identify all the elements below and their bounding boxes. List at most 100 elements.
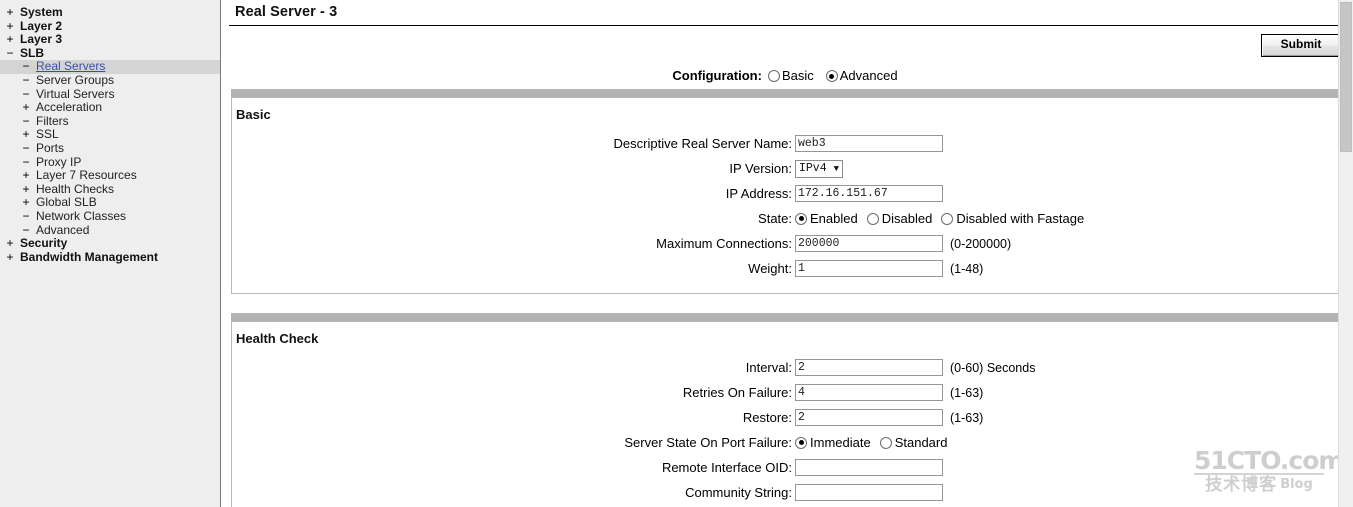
sidebar-item-layer-2[interactable]: + Layer 2 bbox=[0, 19, 220, 34]
sidebar-item-label: Bandwidth Management bbox=[20, 249, 159, 264]
restore-input[interactable] bbox=[795, 409, 943, 426]
health-check-form: Interval: (0-60) Seconds Retries On Failur… bbox=[232, 355, 1338, 505]
weight-hint: (1-48) bbox=[950, 261, 984, 276]
expand-icon[interactable]: + bbox=[4, 5, 16, 20]
sidebar-item-bandwidth-management[interactable]: + Bandwidth Management bbox=[0, 249, 220, 265]
radio-icon[interactable] bbox=[941, 212, 954, 225]
retries-on-failure-input[interactable] bbox=[795, 384, 943, 401]
sidebar-item-network-classes[interactable]: − Network Classes bbox=[0, 209, 220, 224]
state-option-disabled[interactable]: Disabled bbox=[866, 211, 932, 226]
ip-version-select[interactable]: IPv4 ▼ bbox=[795, 159, 844, 178]
sidebar-item-ports[interactable]: − Ports bbox=[0, 141, 220, 156]
expand-icon[interactable]: + bbox=[4, 236, 16, 251]
expand-icon[interactable]: + bbox=[20, 128, 32, 142]
radio-option-label: Enabled bbox=[810, 211, 858, 226]
collapse-icon[interactable]: − bbox=[20, 209, 32, 224]
radio-icon[interactable] bbox=[767, 70, 780, 82]
maximum-connections-hint: (0-200000) bbox=[950, 236, 1012, 251]
restore-hint: (1-63) bbox=[950, 410, 984, 425]
expand-icon[interactable]: + bbox=[4, 250, 16, 265]
collapse-icon[interactable]: − bbox=[20, 60, 32, 74]
weight-input[interactable] bbox=[795, 260, 943, 277]
field-label-descriptive-real-server-name: Descriptive Real Server Name: bbox=[613, 136, 792, 151]
sidebar-item-acceleration[interactable]: + Acceleration bbox=[0, 101, 220, 115]
expand-icon[interactable]: + bbox=[20, 196, 32, 210]
server-state-on-port-failure-radio-group: Immediate Standard bbox=[795, 435, 956, 450]
field-label-community-string: Community String: bbox=[685, 485, 792, 500]
descriptive-real-server-name-input[interactable] bbox=[795, 135, 943, 152]
interval-hint: (0-60) Seconds bbox=[950, 360, 1036, 375]
field-label-ip-address: IP Address: bbox=[725, 186, 792, 201]
field-label-restore: Restore: bbox=[742, 410, 792, 425]
sidebar-item-health-checks[interactable]: + Health Checks bbox=[0, 182, 220, 197]
sidebar-item-proxy-ip[interactable]: − Proxy IP bbox=[0, 155, 220, 170]
form-row-retries-on-failure: Retries On Failure: (1-63) bbox=[232, 380, 1338, 405]
sidebar-item-label: Global SLB bbox=[36, 195, 97, 210]
sidebar-item-system[interactable]: + System bbox=[0, 5, 220, 20]
navigation-sidebar: + System + Layer 2 + Layer 3− SLB − Real Servers… bbox=[0, 0, 221, 507]
sidebar-item-server-groups[interactable]: − Server Groups bbox=[0, 72, 220, 88]
sidebar-item-security[interactable]: + Security bbox=[0, 236, 220, 251]
form-row-weight: Weight: (1-48) bbox=[232, 256, 1338, 281]
radio-icon[interactable] bbox=[825, 70, 838, 82]
community-string-input[interactable] bbox=[795, 484, 943, 501]
navigation-tree: + System + Layer 2 + Layer 3− SLB − Real Servers… bbox=[0, 0, 220, 264]
ip-address-input[interactable] bbox=[795, 185, 943, 202]
field-label-remote-interface-oid: Remote Interface OID: bbox=[661, 460, 792, 475]
chevron-down-icon[interactable]: ▼ bbox=[834, 164, 839, 174]
state-option-disabled-with-fastage[interactable]: Disabled with Fastage bbox=[941, 211, 1084, 226]
sidebar-item-layer-3[interactable]: + Layer 3 bbox=[0, 33, 220, 47]
expand-icon[interactable]: + bbox=[4, 33, 16, 47]
radio-option-label: Immediate bbox=[810, 435, 871, 450]
remote-interface-oid-input[interactable] bbox=[795, 459, 943, 476]
sidebar-item-ssl[interactable]: + SSL bbox=[0, 128, 220, 142]
main-content: Real Server - 3 Submit Configuration: Bas… bbox=[221, 0, 1338, 507]
field-label-interval: Interval: bbox=[745, 360, 792, 375]
field-label-retries-on-failure: Retries On Failure: bbox=[682, 385, 792, 400]
form-row-descriptive-real-server-name: Descriptive Real Server Name: bbox=[232, 131, 1338, 156]
health-check-panel: Health Check Interval: (0-60) Seconds Retr… bbox=[229, 313, 1338, 507]
sidebar-item-layer-7-resources[interactable]: + Layer 7 Resources bbox=[0, 169, 220, 183]
interval-input[interactable] bbox=[795, 359, 943, 376]
expand-icon[interactable]: + bbox=[20, 169, 32, 183]
collapse-icon[interactable]: − bbox=[20, 155, 32, 170]
expand-icon[interactable]: + bbox=[20, 182, 32, 197]
submit-button[interactable]: Submit bbox=[1261, 34, 1338, 57]
scrollbar-thumb[interactable] bbox=[1340, 2, 1352, 152]
expand-icon[interactable]: + bbox=[20, 101, 32, 115]
sidebar-item-advanced[interactable]: − Advanced bbox=[0, 223, 220, 238]
state-option-enabled[interactable]: Enabled bbox=[795, 211, 858, 226]
radio-option-label: Standard bbox=[894, 435, 948, 450]
server-state-on-port-failure-option-immediate[interactable]: Immediate bbox=[795, 435, 871, 450]
form-row-maximum-connections: Maximum Connections: (0-200000) bbox=[232, 231, 1338, 256]
collapse-icon[interactable]: − bbox=[20, 73, 32, 88]
expand-icon[interactable]: + bbox=[4, 19, 16, 34]
sidebar-item-filters[interactable]: − Filters bbox=[0, 114, 220, 129]
radio-icon[interactable] bbox=[795, 436, 807, 449]
collapse-icon[interactable]: − bbox=[20, 114, 32, 129]
radio-option-label: Disabled with Fastage bbox=[956, 211, 1085, 226]
field-label-ip-version: IP Version: bbox=[729, 161, 792, 176]
state-radio-group: Enabled Disabled Disabled with Fastage bbox=[795, 211, 1093, 226]
radio-icon[interactable] bbox=[879, 436, 892, 449]
sidebar-item-global-slb[interactable]: + Global SLB bbox=[0, 196, 220, 210]
sidebar-item-slb[interactable]: − SLB bbox=[0, 46, 220, 61]
sidebar-item-label: Security bbox=[20, 236, 68, 251]
sidebar-item-label: Server Groups bbox=[36, 72, 115, 87]
form-row-server-state-on-port-failure: Server State On Port Failure: Immediate St… bbox=[232, 430, 1338, 455]
ip-version-selected-value: IPv4 bbox=[799, 162, 827, 175]
server-state-on-port-failure-option-standard[interactable]: Standard bbox=[879, 435, 948, 450]
maximum-connections-input[interactable] bbox=[795, 235, 943, 252]
collapse-icon[interactable]: − bbox=[20, 141, 32, 156]
field-label-maximum-connections: Maximum Connections: bbox=[656, 236, 792, 251]
sidebar-item-real-servers[interactable]: − Real Servers bbox=[0, 60, 220, 74]
form-row-remote-interface-oid: Remote Interface OID: bbox=[232, 455, 1338, 480]
collapse-icon[interactable]: − bbox=[20, 87, 32, 102]
radio-icon[interactable] bbox=[866, 212, 879, 225]
sidebar-item-label: Virtual Servers bbox=[36, 86, 115, 101]
radio-icon[interactable] bbox=[795, 212, 807, 225]
vertical-scrollbar[interactable] bbox=[1338, 0, 1353, 507]
collapse-icon[interactable]: − bbox=[20, 223, 32, 238]
collapse-icon[interactable]: − bbox=[4, 46, 16, 61]
sidebar-item-virtual-servers[interactable]: − Virtual Servers bbox=[0, 86, 220, 102]
